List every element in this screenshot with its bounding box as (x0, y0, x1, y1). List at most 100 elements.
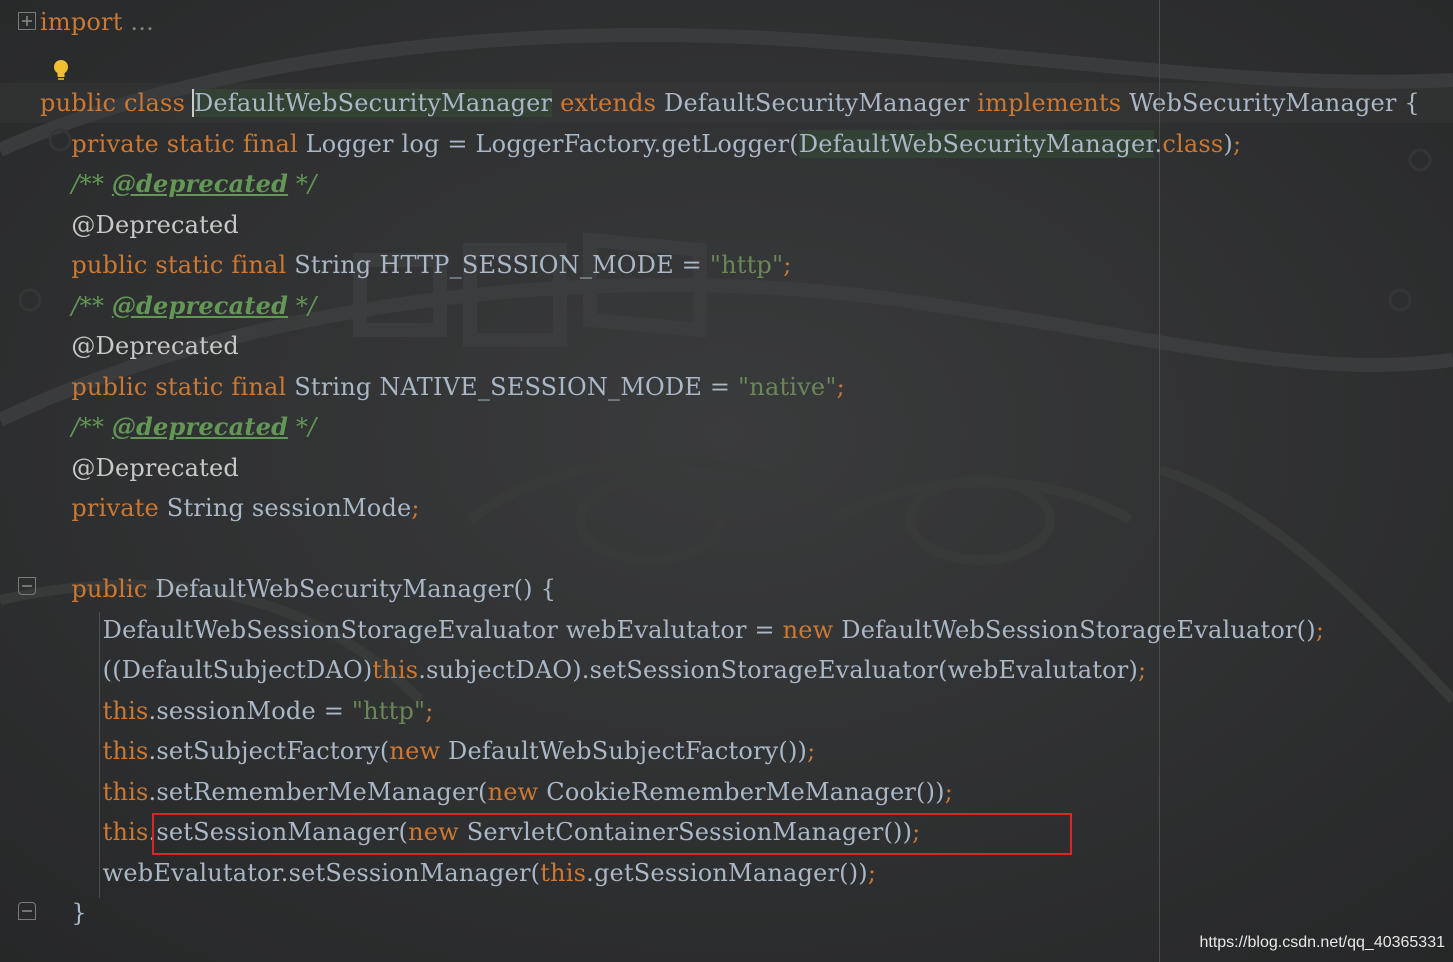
code-line[interactable]: /** @deprecated */ (40, 164, 316, 204)
code-token: CookieRememberMeManager()) (538, 777, 945, 806)
fold-expand-icon[interactable] (18, 12, 36, 30)
code-line[interactable]: this.sessionMode = "http"; (40, 691, 434, 731)
code-token: ; (944, 777, 954, 806)
code-token: DefaultWebSecurityManager (191, 89, 553, 117)
code-token: @Deprecated (71, 332, 239, 360)
code-token: public static final (71, 251, 287, 279)
code-token: webEvalutator.setSessionManager( (40, 858, 541, 887)
code-line[interactable]: @Deprecated (40, 205, 239, 245)
code-token: DefaultWebSecurityManager (798, 129, 1155, 158)
code-token: String sessionMode (158, 494, 412, 522)
code-token: new (782, 615, 834, 644)
code-token: .subjectDAO).setSessionStorageEvaluator(… (418, 656, 1139, 684)
code-line[interactable]: public class DefaultWebSecurityManager e… (40, 83, 1420, 123)
code-token: this (102, 818, 149, 846)
code-line[interactable]: } (40, 893, 87, 933)
code-token: DefaultSecurityManager (656, 89, 978, 117)
code-token: DefaultWebSessionStorageEvaluator() (833, 615, 1316, 644)
code-token: implements (977, 89, 1122, 117)
code-token: String HTTP_SESSION_MODE = (286, 251, 710, 279)
code-token: new (389, 737, 441, 765)
code-token: ((DefaultSubjectDAO) (40, 656, 373, 684)
code-line[interactable]: ((DefaultSubjectDAO)this.subjectDAO).set… (40, 650, 1146, 690)
code-token: @deprecated (111, 169, 289, 198)
code-token: DefaultWebSessionStorageEvaluator webEva… (40, 615, 783, 644)
code-line[interactable]: public static final String NATIVE_SESSIO… (40, 367, 845, 407)
code-token: @Deprecated (71, 210, 239, 239)
code-token: /** (71, 413, 112, 441)
fold-end-icon[interactable] (18, 902, 36, 920)
code-line[interactable]: DefaultWebSessionStorageEvaluator webEva… (40, 610, 1324, 650)
code-line[interactable]: private static final Logger log = Logger… (40, 124, 1241, 164)
code-token: .setRememberMeManager( (148, 777, 488, 806)
code-token: ; (783, 251, 792, 279)
code-token: this (102, 696, 149, 725)
code-token: */ (288, 413, 317, 441)
code-token: ; (425, 696, 434, 725)
code-token: .sessionMode = (148, 696, 352, 725)
code-token: "http" (351, 696, 426, 725)
code-line[interactable]: private String sessionMode; (40, 488, 420, 528)
code-token: this (540, 858, 587, 887)
code-token: */ (288, 291, 317, 320)
code-line[interactable]: /** @deprecated */ (40, 286, 316, 326)
code-token: ; (411, 494, 420, 522)
code-line[interactable]: /** @deprecated */ (40, 407, 316, 447)
code-token: ; (807, 737, 816, 765)
code-token: this (102, 737, 149, 765)
code-token: ) (1223, 129, 1233, 158)
code-token: ; (1315, 615, 1325, 644)
code-token: @deprecated (111, 412, 289, 441)
code-token: } (40, 899, 87, 927)
code-token: this (102, 777, 149, 806)
code-token: ... (130, 8, 154, 36)
code-line[interactable]: this.setSubjectFactory(new DefaultWebSub… (40, 731, 816, 771)
code-line[interactable]: public DefaultWebSecurityManager() { (40, 569, 556, 609)
code-line[interactable]: @Deprecated (40, 326, 239, 366)
watermark: https://blog.csdn.net/qq_40365331 (1199, 934, 1445, 951)
code-token: import (40, 8, 123, 36)
code-line[interactable]: this.setRememberMeManager(new CookieReme… (40, 772, 953, 812)
code-line[interactable]: @Deprecated (40, 448, 239, 488)
lightbulb-icon[interactable] (50, 58, 72, 88)
code-token: public (40, 89, 117, 117)
code-token: public (71, 575, 148, 603)
code-token: DefaultWebSubjectFactory()) (440, 737, 808, 765)
code-token: ; (1138, 656, 1147, 684)
code-token: private (71, 494, 159, 522)
code-token: class (1162, 129, 1224, 158)
fold-collapse-icon[interactable] (18, 577, 36, 595)
red-highlight-box (152, 813, 1072, 855)
code-token: class (124, 89, 186, 117)
code-token: new (487, 777, 539, 806)
code-token: "http" (709, 251, 784, 279)
code-line[interactable]: webEvalutator.setSessionManager(this.get… (40, 853, 876, 893)
code-token: ; (867, 858, 877, 887)
code-token: public static final (71, 372, 287, 401)
code-token: DefaultWebSecurityManager() { (147, 575, 557, 603)
code-line[interactable]: import ... (40, 2, 154, 42)
code-line[interactable]: public static final String HTTP_SESSION_… (40, 245, 792, 285)
code-token: /** (71, 170, 112, 198)
code-token: String NATIVE_SESSION_MODE = (286, 372, 739, 401)
code-token: */ (288, 170, 317, 198)
code-token: Logger log = LoggerFactory.getLogger( (297, 129, 799, 158)
code-token: extends (560, 89, 657, 117)
code-token: .getSessionManager()) (586, 858, 868, 887)
